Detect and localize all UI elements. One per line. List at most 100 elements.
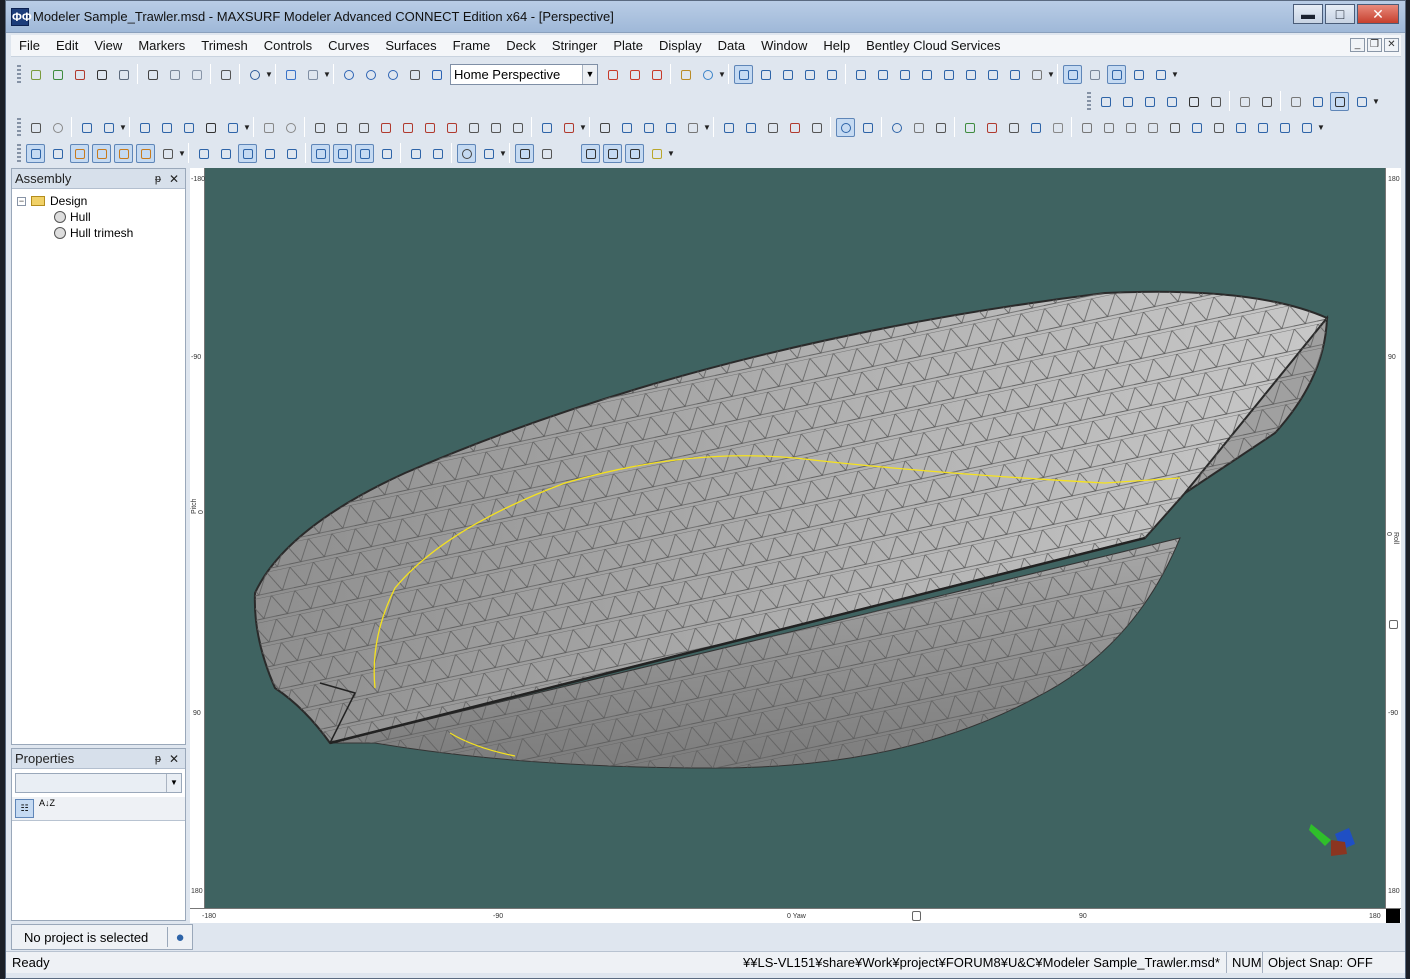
node-dropdown-icon[interactable]: ▼: [243, 118, 251, 137]
align-right-icon[interactable]: [1121, 118, 1140, 137]
stations-icon[interactable]: [939, 65, 958, 84]
add-vertex-icon[interactable]: [960, 118, 979, 137]
align-left-icon[interactable]: [1099, 118, 1118, 137]
mesh-layer-icon[interactable]: [683, 118, 702, 137]
paste-icon[interactable]: [187, 65, 206, 84]
rotate-view-icon[interactable]: [427, 65, 446, 84]
arrow-icon[interactable]: [1184, 92, 1203, 111]
scale-icon[interactable]: [157, 118, 176, 137]
toolbar-grip[interactable]: [1087, 92, 1091, 110]
fairing-dropdown-icon[interactable]: ▼: [1372, 92, 1380, 111]
cross-remove-icon[interactable]: [508, 118, 527, 137]
draw-arc-icon[interactable]: [281, 118, 300, 137]
trimesh-wire-icon[interactable]: [537, 144, 556, 163]
tag-display-icon[interactable]: [135, 143, 155, 163]
draw-line-icon[interactable]: [259, 118, 278, 137]
menu-bentley-cloud-services[interactable]: Bentley Cloud Services: [858, 35, 1008, 57]
pan-hand-icon[interactable]: [405, 65, 424, 84]
delete-icon[interactable]: [70, 65, 89, 84]
zoom-in-icon[interactable]: [339, 65, 358, 84]
fit-icon[interactable]: [1253, 118, 1272, 137]
mesh-dropdown-icon[interactable]: ▼: [703, 118, 711, 137]
menu-markers[interactable]: Markers: [130, 35, 193, 57]
clipboard-icon[interactable]: [332, 118, 351, 137]
stairs-icon[interactable]: [354, 118, 373, 137]
hydrostatics-icon[interactable]: [1005, 65, 1024, 84]
menu-trimesh[interactable]: Trimesh: [193, 35, 255, 57]
perspective-viewport[interactable]: [205, 168, 1385, 908]
mdi-close-button[interactable]: ✕: [1384, 38, 1399, 52]
redo-dropdown-icon[interactable]: ▼: [323, 65, 331, 84]
menu-view[interactable]: View: [86, 35, 130, 57]
home-view-icon[interactable]: [647, 65, 666, 84]
net-icon[interactable]: [1085, 65, 1104, 84]
copy-mesh-icon[interactable]: [310, 118, 329, 137]
trim-layer-icon[interactable]: [1257, 92, 1276, 111]
edge-align-icon[interactable]: [1286, 92, 1305, 111]
trimesh-add-icon[interactable]: [741, 118, 760, 137]
chevron-down-icon[interactable]: ▼: [166, 774, 181, 792]
tree-item-hull-trimesh[interactable]: Hull trimesh: [14, 225, 183, 241]
menu-window[interactable]: Window: [753, 35, 815, 57]
weld-icon[interactable]: [1329, 91, 1349, 111]
copy-icon[interactable]: [165, 65, 184, 84]
diagonal-cut-icon[interactable]: [260, 144, 279, 163]
menu-controls[interactable]: Controls: [256, 35, 320, 57]
yaw-ruler[interactable]: -180 -90 0 Yaw 90 180: [190, 908, 1401, 923]
lighting-dropdown-icon[interactable]: ▼: [499, 144, 507, 163]
delete-surface-icon[interactable]: [559, 118, 578, 137]
move-icon[interactable]: [179, 118, 198, 137]
deck-icon[interactable]: [624, 143, 644, 163]
measure-icon[interactable]: [48, 118, 67, 137]
menu-curves[interactable]: Curves: [320, 35, 377, 57]
mesh-smooth-icon[interactable]: [661, 118, 680, 137]
set-home-icon[interactable]: [625, 65, 644, 84]
tree-item-design[interactable]: − Design: [14, 193, 183, 209]
vertex-edit-icon[interactable]: [1026, 118, 1045, 137]
add-icon[interactable]: [559, 144, 578, 163]
lamp-icon[interactable]: [91, 143, 111, 163]
plan-view-icon[interactable]: [756, 65, 775, 84]
align-center-icon[interactable]: [1143, 118, 1162, 137]
menu-data[interactable]: Data: [710, 35, 753, 57]
select-frame-icon[interactable]: [1106, 64, 1126, 84]
mirror-icon[interactable]: [1209, 118, 1228, 137]
pin-icon[interactable]: ᵽ: [155, 749, 161, 769]
close-button[interactable]: ✕: [1357, 4, 1399, 24]
visibility-toggle-icon[interactable]: [858, 118, 877, 137]
fold-icon[interactable]: [420, 118, 439, 137]
angle-icon[interactable]: [1206, 92, 1225, 111]
render-shaded-icon[interactable]: [332, 143, 352, 163]
new-icon[interactable]: [26, 65, 45, 84]
render-hull-icon[interactable]: [310, 143, 330, 163]
hand-icon[interactable]: [595, 118, 614, 137]
menu-frame[interactable]: Frame: [445, 35, 499, 57]
move-point-icon[interactable]: [99, 118, 118, 137]
menu-plate[interactable]: Plate: [605, 35, 651, 57]
split-icon[interactable]: [376, 118, 395, 137]
trimesh-move-icon[interactable]: [763, 118, 782, 137]
lighting-icon[interactable]: [456, 143, 476, 163]
save-as-icon[interactable]: [114, 65, 133, 84]
select-box-icon[interactable]: [201, 118, 220, 137]
snap-points-icon[interactable]: [1151, 65, 1170, 84]
zoom-out-icon[interactable]: [361, 65, 380, 84]
maximize-button[interactable]: □: [1325, 4, 1355, 24]
vertex-path-icon[interactable]: [1004, 118, 1023, 137]
menu-help[interactable]: Help: [815, 35, 858, 57]
add-point-icon[interactable]: [77, 118, 96, 137]
edge-bond-icon[interactable]: [1308, 92, 1327, 111]
menu-display[interactable]: Display: [651, 35, 710, 57]
pin-icon[interactable]: ᵽ: [155, 169, 161, 189]
duplicate-icon[interactable]: [537, 118, 556, 137]
smooth-icon[interactable]: [1275, 118, 1294, 137]
highlight-icon[interactable]: [647, 144, 666, 163]
buttocks-icon[interactable]: [895, 65, 914, 84]
title-bar[interactable]: ΦΦ Modeler Sample_Trawler.msd - MAXSURF …: [6, 1, 1405, 33]
perspective-view-icon[interactable]: [733, 64, 753, 84]
home-icon[interactable]: [603, 65, 622, 84]
collapse-icon[interactable]: −: [17, 196, 26, 206]
frame-icon[interactable]: [602, 143, 622, 163]
plate-develop-icon[interactable]: [428, 144, 447, 163]
pitch-ruler[interactable]: -180 -90 Pitch 0 90 180: [190, 168, 205, 908]
